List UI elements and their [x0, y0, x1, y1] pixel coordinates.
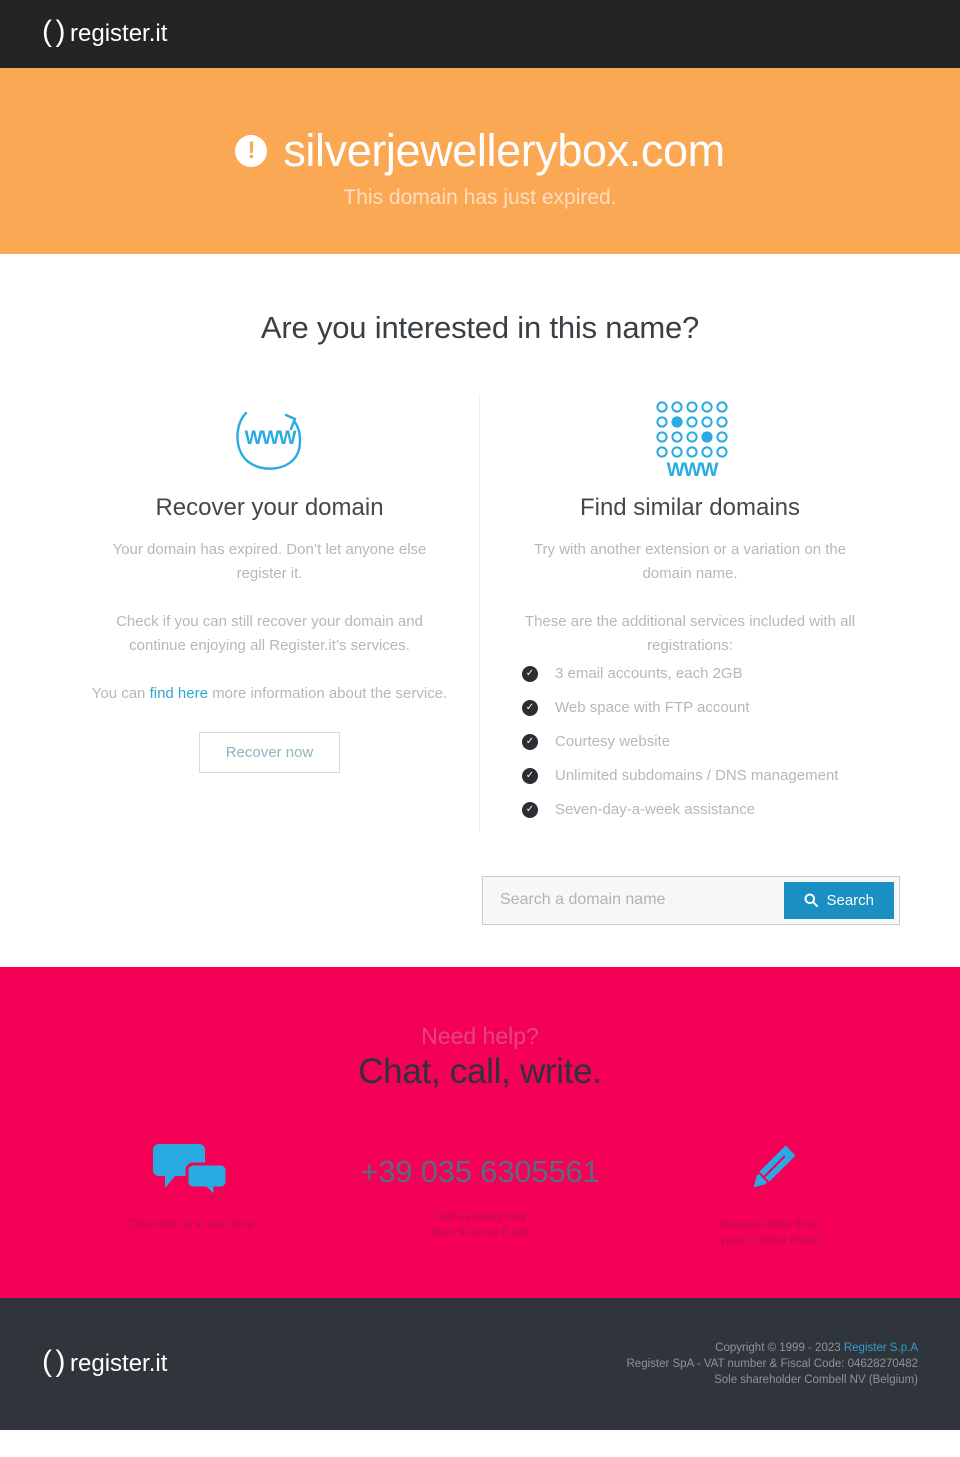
list-item: ✓ Seven-day-a-week assistance: [522, 798, 872, 822]
feature-label: Web space with FTP account: [555, 698, 750, 716]
footer-logo-paren-right-icon: ): [55, 1344, 66, 1378]
site-footer: ( ) register.it Copyright © 1999 - 2023 …: [0, 1297, 960, 1430]
pencil-icon: [625, 1130, 915, 1202]
logo-wordmark: register.it: [70, 20, 168, 47]
logo-paren-right-icon: ): [55, 15, 66, 48]
help-title: Chat, call, write.: [358, 1051, 602, 1091]
site-header: ( ) register.it: [0, 0, 960, 68]
recover-now-button[interactable]: Recover now: [198, 731, 341, 773]
footer-vat-line: Register SpA - VAT number & Fiscal Code:…: [626, 1357, 919, 1370]
search-box: Search: [482, 875, 900, 925]
help-controlpanel-caption-line-1: Request help from: [720, 1216, 819, 1231]
footer-copyright-prefix: Copyright © 1999 - 2023: [715, 1341, 844, 1354]
check-icon: ✓: [522, 767, 538, 784]
search-button[interactable]: Search: [784, 881, 894, 919]
features-list: ✓ 3 email accounts, each 2GB ✓ Web space w…: [508, 662, 872, 822]
recover-paragraph-3: You can find here more information about…: [88, 682, 451, 706]
main-content: Are you interested in this name? WWW Rec…: [0, 254, 960, 925]
expired-banner: ! silverjewellerybox.com This domain has…: [0, 68, 960, 254]
search-input[interactable]: [488, 881, 785, 919]
recover-column: WWW Recover your domain Your domain has …: [60, 393, 480, 832]
feature-label: Courtesy website: [555, 732, 671, 750]
help-chat-caption-line-1: Chat with us in real time: [125, 1216, 255, 1231]
list-item: ✓ Unlimited subdomains / DNS management: [522, 764, 872, 788]
help-chat-caption: Chat with us in real time: [45, 1216, 335, 1232]
footer-logo-paren-left-icon: (: [42, 1344, 53, 1378]
find-here-link[interactable]: find here: [150, 685, 208, 702]
svg-text:WWW: WWW: [667, 460, 719, 477]
banner-subtitle: This domain has just expired.: [343, 185, 617, 209]
help-controlpanel-column[interactable]: Request help from your Control Panel: [625, 1130, 915, 1248]
footer-register-logo[interactable]: ( ) register.it: [42, 1344, 168, 1379]
check-icon: ✓: [522, 699, 538, 716]
feature-label: Unlimited subdomains / DNS management: [555, 766, 839, 784]
help-phone-caption: Call us every day from 9 am to 6 pm: [335, 1208, 625, 1240]
feature-label: 3 email accounts, each 2GB: [555, 664, 743, 682]
search-button-label: Search: [826, 891, 874, 909]
footer-copyright-line: Copyright © 1999 - 2023 Register S.p.A: [627, 1340, 918, 1356]
exclamation-icon: !: [235, 134, 268, 167]
similar-paragraph-1: Try with another extension or a variatio…: [533, 540, 847, 582]
register-logo[interactable]: ( ) register.it: [42, 15, 168, 49]
domain-name: silverjewellerybox.com: [283, 125, 725, 176]
list-item: ✓ Courtesy website: [522, 730, 872, 754]
logo-paren-left-icon: (: [42, 15, 53, 48]
check-icon: ✓: [522, 801, 538, 818]
check-icon: ✓: [522, 665, 538, 682]
svg-text:WWW: WWW: [244, 428, 296, 449]
search-area: Search: [60, 875, 900, 925]
help-controlpanel-caption: Request help from your Control Panel: [625, 1216, 915, 1248]
recover-paragraph-3-before: You can: [91, 684, 150, 702]
help-eyebrow: Need help?: [421, 1022, 539, 1049]
recover-paragraph-1: Your domain has expired. Don’t let anyon…: [112, 540, 427, 582]
list-item: ✓ Web space with FTP account: [522, 696, 872, 720]
footer-shareholder-line: Sole shareholder Combell NV (Belgium): [714, 1373, 918, 1386]
similar-paragraph-2: These are the additional services includ…: [524, 612, 856, 654]
footer-company-link[interactable]: Register S.p.A: [844, 1342, 918, 1354]
footer-logo-wordmark: register.it: [70, 1349, 168, 1377]
recover-title: Recover your domain: [155, 493, 384, 521]
phone-number[interactable]: +39 035 6305561: [335, 1154, 625, 1190]
help-chat-column[interactable]: Chat with us in real time: [45, 1130, 335, 1248]
help-phone-caption-line-2: from 9 am to 6 pm: [431, 1224, 529, 1239]
recover-paragraph-2: Check if you can still recover your doma…: [116, 612, 423, 654]
similar-domains-column: WWW Find similar domains Try with anothe…: [480, 394, 900, 832]
help-phone-caption-line-1: Call us every day: [433, 1208, 526, 1223]
feature-label: Seven-day-a-week assistance: [555, 800, 756, 818]
help-columns: Chat with us in real time +39 035 630556…: [45, 1130, 915, 1248]
footer-legal: Copyright © 1999 - 2023 Register S.p.A R…: [627, 1340, 919, 1388]
similar-title: Find similar domains: [579, 493, 801, 521]
recover-paragraph-3-after: more information about the service.: [207, 684, 448, 702]
list-item: ✓ 3 email accounts, each 2GB: [522, 662, 872, 686]
page-title: Are you interested in this name?: [260, 309, 700, 345]
banner-domain-row: ! silverjewellerybox.com: [0, 126, 960, 176]
offer-columns: WWW Recover your domain Your domain has …: [60, 393, 900, 832]
www-grid-icon: WWW: [508, 394, 872, 480]
www-refresh-icon: WWW: [88, 394, 451, 480]
help-section: Need help? Chat, call, write. Chat with …: [0, 966, 960, 1298]
help-controlpanel-caption-line-2: your Control Panel: [720, 1232, 820, 1247]
search-icon: [804, 893, 819, 907]
help-phone-column: +39 035 6305561 Call us every day from 9…: [335, 1130, 625, 1248]
check-icon: ✓: [522, 733, 538, 750]
chat-bubbles-icon: [45, 1130, 335, 1202]
